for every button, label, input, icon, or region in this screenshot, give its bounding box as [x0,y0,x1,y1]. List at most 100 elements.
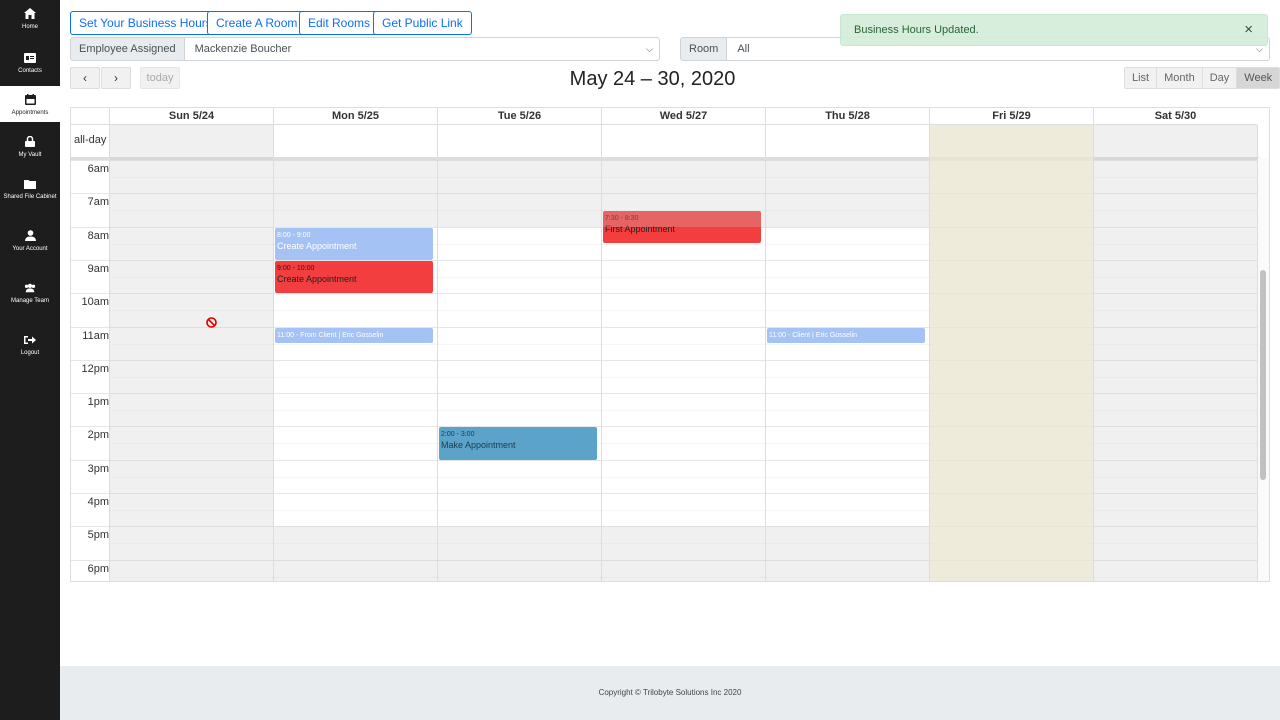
toast-notification: Business Hours Updated. × [840,14,1268,46]
calendar-icon [24,94,36,105]
day-header[interactable]: Sun 5/24 [109,108,273,125]
time-label: 6am [87,163,109,175]
non-business-hours-shade [437,526,601,581]
non-business-hours-shade [765,160,929,227]
contacts-icon [24,52,36,63]
non-business-hours-shade [273,526,437,581]
sidebar-item-logout[interactable]: Logout [0,334,60,360]
event-time: 9:00 - 10:00 [277,264,315,272]
day-column-shade [929,125,1093,581]
view-list-button[interactable]: List [1125,68,1157,88]
sidebar-item-label: Contacts [18,68,42,74]
chevron-down-icon: ⌵ [646,44,653,54]
sidebar-item-label: Logout [20,350,40,356]
view-month-button[interactable]: Month [1156,68,1202,88]
room-label: Room [680,37,728,61]
next-week-button[interactable]: › [101,67,131,89]
time-label: 5pm [87,529,109,542]
logout-icon [24,334,36,345]
day-header[interactable]: Thu 5/28 [765,108,929,125]
scroll-thumb[interactable] [1260,270,1266,480]
day-column-divider [601,125,602,581]
event-time: 2:00 - 3:00 [441,431,475,439]
calendar-title: May 24 – 30, 2020 [569,68,736,90]
footer: Copyright © Trilobyte Solutions Inc 2020 [60,666,1280,720]
day-column-divider [929,125,930,581]
view-day-button[interactable]: Day [1201,68,1237,88]
day-column-divider [273,125,274,581]
sidebar-item-my-vault[interactable]: My Vault [0,136,60,166]
calendar-event[interactable]: 9:00 - 10:00 Create Appointment [275,260,433,294]
prev-week-button[interactable]: ‹ [70,67,100,89]
sidebar: Home Contacts Appointments My Vault Shar… [0,0,60,720]
sidebar-item-home[interactable]: Home [0,8,60,38]
employee-filter: Employee Assigned Mackenzie Boucher ⌵ [70,37,660,61]
day-header[interactable]: Tue 5/26 [437,108,601,125]
toast-message: Business Hours Updated. [854,24,979,36]
non-business-hours-shade [273,160,437,227]
not-allowed-cursor-icon [206,317,217,328]
event-time: 11:00 - Client | Eric Gosselin [769,331,858,339]
edit-rooms-button[interactable]: Edit Rooms [299,11,380,35]
user-icon [24,230,36,241]
close-icon[interactable]: × [1244,15,1253,45]
calendar-scrollbar[interactable] [1257,158,1269,581]
calendar-event[interactable]: 11:00 - From Client | Eric Gosselin [275,327,433,344]
sidebar-item-appointments[interactable]: Appointments [0,86,60,122]
lock-icon [24,136,36,147]
today-button[interactable]: today [140,67,180,89]
set-business-hours-button[interactable]: Set Your Business Hours [70,11,221,35]
time-label: 9am [87,262,109,275]
time-label: 10am [81,296,109,309]
sidebar-item-label: Manage Team [11,298,49,304]
non-business-hours-shade [601,526,765,581]
create-room-button[interactable]: Create A Room [207,11,307,35]
day-column-divider [1093,125,1094,581]
get-public-link-button[interactable]: Get Public Link [373,11,472,35]
sidebar-item-label: My Vault [18,152,42,158]
day-column-divider [1257,125,1258,581]
employee-select[interactable]: Mackenzie Boucher ⌵ [184,37,660,61]
event-title: Create Appointment [277,273,357,284]
calendar-event[interactable]: 8:00 - 9:00 Create Appointment [275,227,433,260]
time-label: 6pm [87,562,109,575]
folder-icon [24,178,36,189]
week-calendar: all-day 6am 7am 8am 9am 10am 11am 12pm 1pm 2pm 3p… [70,107,1270,582]
event-time: 11:00 - From Client | Eric Gosselin [277,331,384,339]
day-column-divider [109,125,110,581]
employee-select-value: Mackenzie Boucher [194,43,292,55]
non-business-hours-shade [601,160,765,227]
all-day-label: all-day [74,134,107,146]
sidebar-item-label: Your Account [12,246,48,252]
non-business-hours-shade [765,526,929,581]
team-icon [24,282,36,293]
sidebar-item-manage-team[interactable]: Manage Team [0,282,60,318]
view-switcher: List Month Day Week [1124,67,1280,89]
day-column-divider [437,125,438,581]
sidebar-item-shared-file-cabinet[interactable]: Shared File Cabinet [0,178,60,214]
time-label: 11am [82,329,109,342]
day-header[interactable]: Wed 5/27 [601,108,765,125]
sidebar-item-label: Home [21,24,38,30]
time-label: 8am [87,229,109,242]
day-column-shade [1093,125,1257,581]
calendar-event[interactable]: 2:00 - 3:00 Make Appointment [439,427,597,460]
home-icon [24,8,36,19]
day-header[interactable]: Mon 5/25 [273,108,437,125]
sidebar-item-your-account[interactable]: Your Account [0,230,60,266]
time-label: 2pm [87,429,109,442]
time-column-header [71,108,109,125]
time-label: 7am [87,196,109,209]
time-label: 3pm [87,462,109,475]
time-label: 4pm [87,496,109,508]
day-header[interactable]: Sat 5/30 [1093,108,1257,125]
event-title: Create Appointment [277,240,357,251]
sidebar-item-contacts[interactable]: Contacts [0,52,60,82]
event-time: 8:00 - 9:00 [277,231,311,239]
calendar-event[interactable]: 11:00 - Client | Eric Gosselin [767,327,925,344]
sidebar-item-label: Shared File Cabinet [3,194,57,200]
non-business-hours-shade [437,160,601,227]
view-week-button[interactable]: Week [1236,68,1280,88]
day-header[interactable]: Fri 5/29 [929,108,1093,125]
sidebar-item-label: Appointments [11,110,49,116]
